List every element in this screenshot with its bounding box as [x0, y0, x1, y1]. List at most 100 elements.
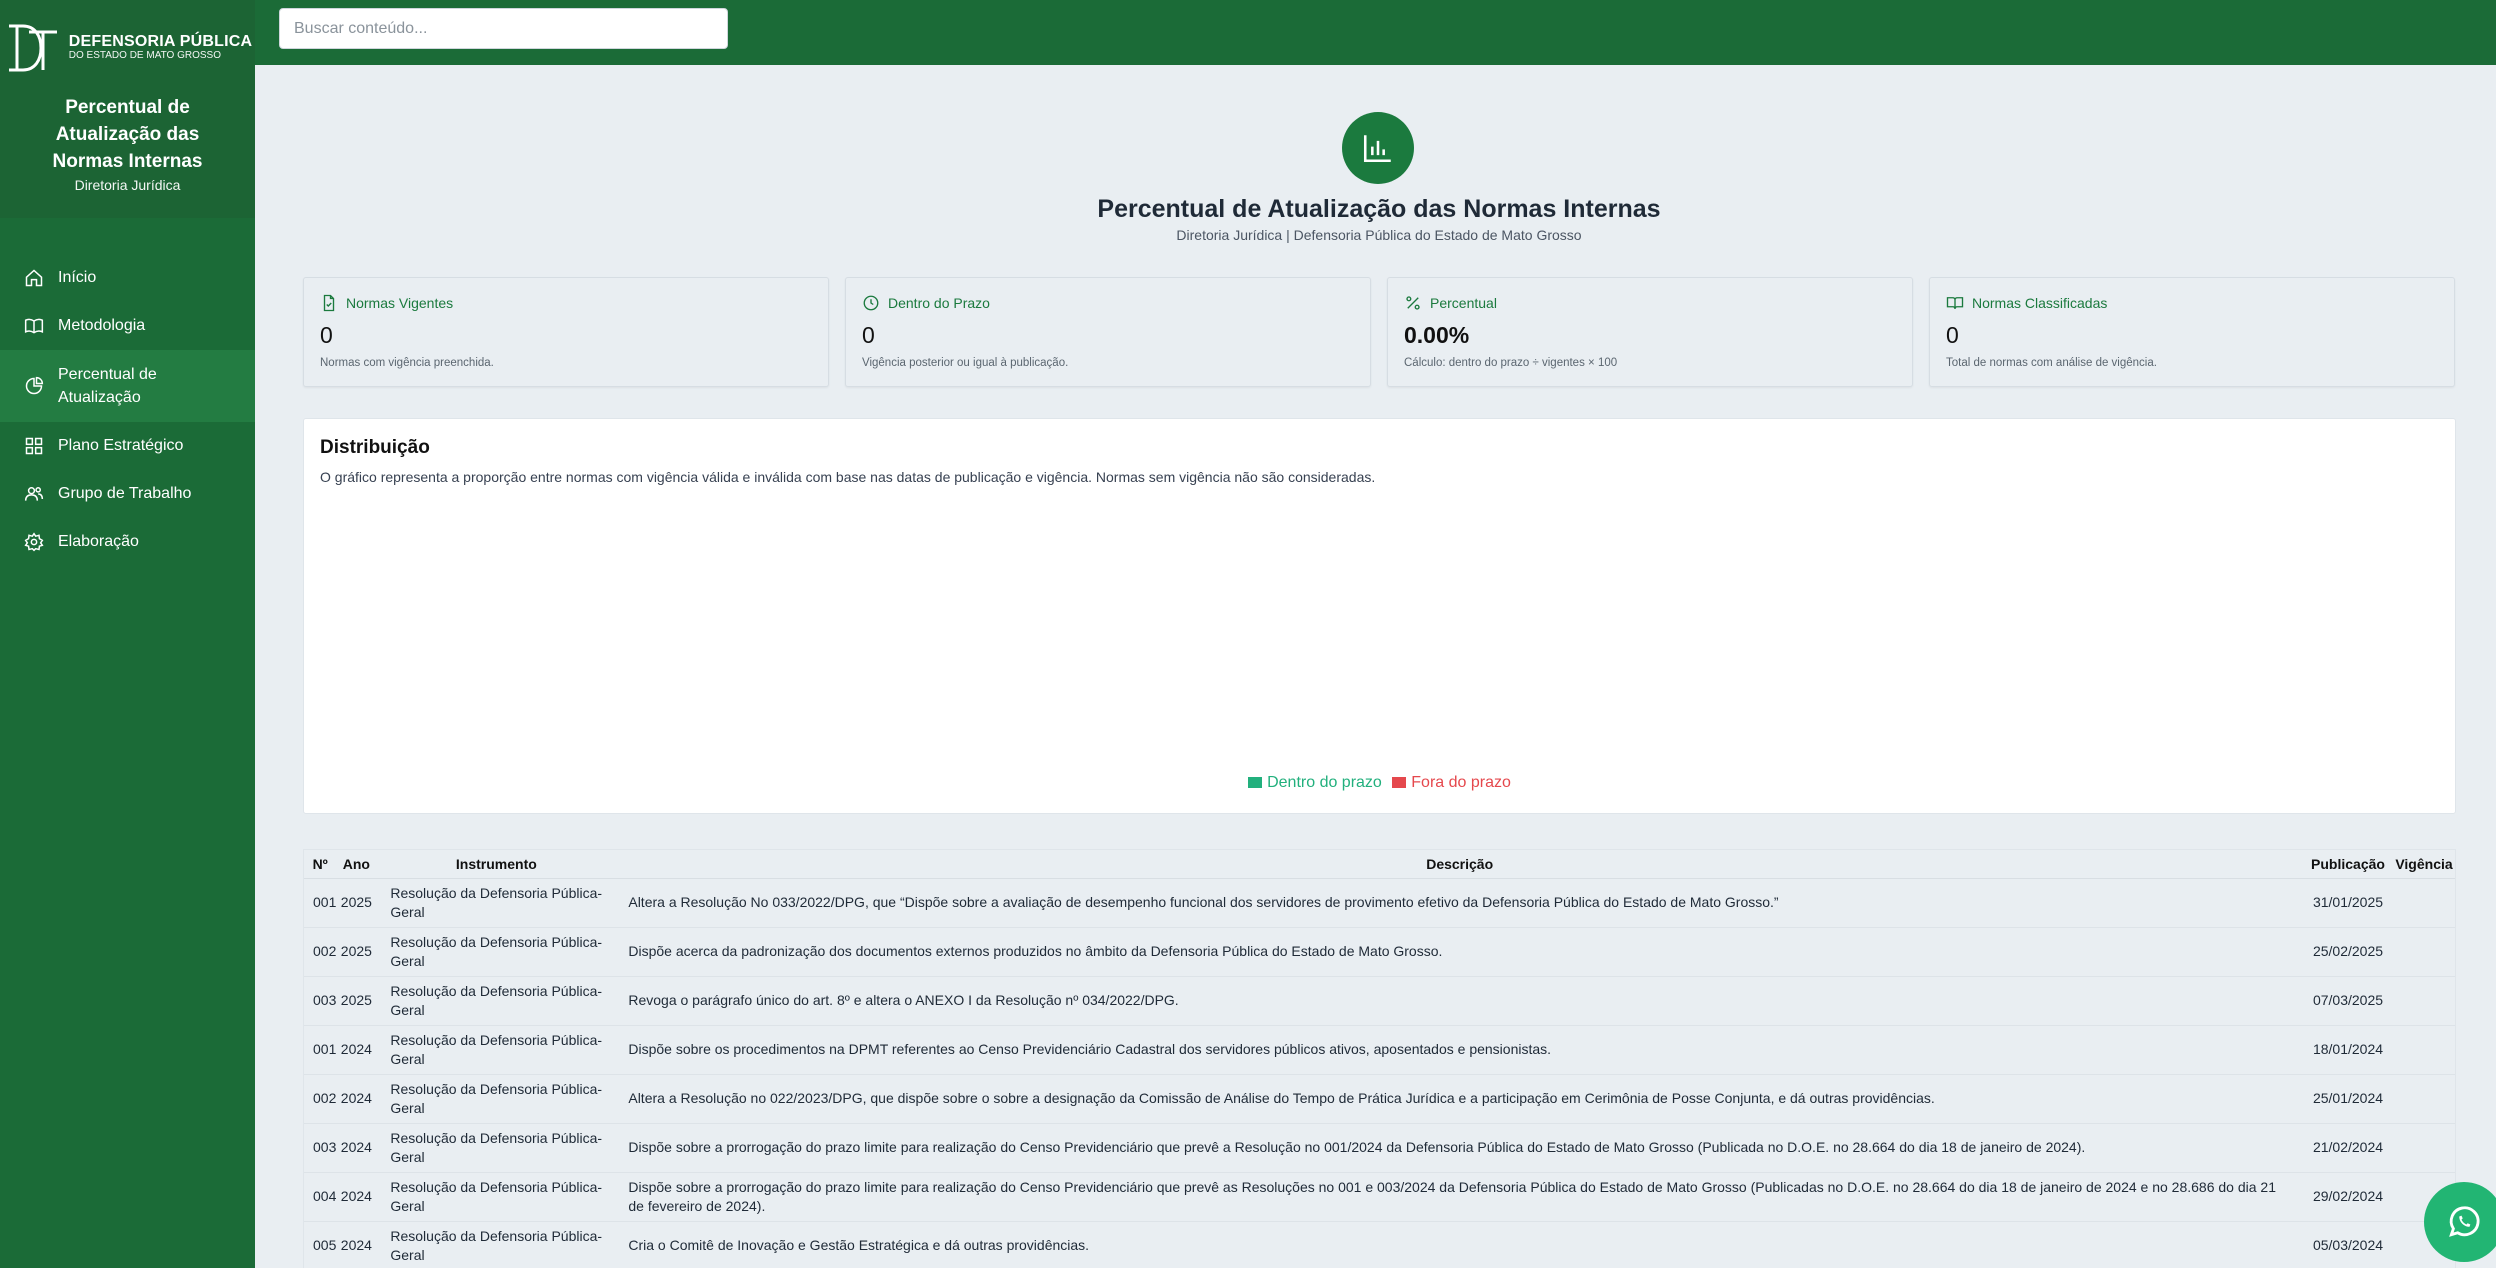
table-cell-ano: 2025	[336, 927, 377, 977]
users-icon	[24, 487, 44, 501]
table-cell-instrumento: Resolução da Defensoria Pública-Geral	[376, 1025, 617, 1075]
table-cell-instrumento: Resolução da Defensoria Pública-Geral	[376, 1221, 617, 1268]
table-cell-ano: 2025	[336, 878, 377, 928]
sidebar-item-label: Elaboração	[58, 533, 139, 550]
file-check-icon	[323, 294, 335, 312]
table-row[interactable]: 002 2024 Resolução da Defensoria Pública-G…	[304, 1074, 2455, 1124]
stat-card-classificadas: Normas Classificadas 0 Total de normas c…	[1929, 277, 2455, 387]
table-cell-publicacao: 31/01/2025	[2303, 878, 2393, 928]
stat-card-label: Dentro do Prazo	[888, 295, 990, 311]
table-cell-instrumento: Resolução da Defensoria Pública-Geral	[376, 1123, 617, 1173]
sidebar-item-percentual[interactable]: Percentual de Atualização	[0, 350, 255, 422]
table-cell-descricao: Dispõe acerca da padronização dos docume…	[616, 927, 2303, 977]
sidebar-item-plano[interactable]: Plano Estratégico	[0, 422, 255, 470]
dp-logo-icon	[8, 24, 57, 72]
table-cell-instrumento: Resolução da Defensoria Pública-Geral	[376, 1172, 617, 1222]
sidebar-title: Percentual de Atualização das Normas Int…	[52, 97, 203, 172]
table-cell-descricao: Altera a Resolução no 022/2023/DPG, que …	[616, 1074, 2303, 1124]
table-header-row: Nº Ano Instrumento Descrição Publicação …	[304, 850, 2455, 879]
column-header[interactable]: Descrição	[616, 850, 2303, 879]
stat-card-vigentes: Normas Vigentes 0 Normas com vigência pr…	[303, 277, 829, 387]
sidebar: DEFENSORIA PÚBLICA DO ESTADO DE MATO GRO…	[0, 0, 255, 1268]
table-row[interactable]: 002 2025 Resolução da Defensoria Pública-G…	[304, 927, 2455, 977]
column-header[interactable]: Vigência	[2393, 850, 2455, 879]
sidebar-header: DEFENSORIA PÚBLICA DO ESTADO DE MATO GRO…	[0, 0, 255, 218]
distribution-panel: Distribuição O gráfico representa a prop…	[303, 418, 2456, 814]
stat-card-note: Vigência posterior ou igual à publicação…	[862, 357, 1069, 369]
sidebar-item-metodologia[interactable]: Metodologia	[0, 302, 255, 350]
table-row[interactable]: 004 2024 Resolução da Defensoria Pública-G…	[304, 1172, 2455, 1222]
table-cell-n: 004	[304, 1172, 337, 1222]
whatsapp-icon	[2449, 1206, 2480, 1237]
stat-card-value: 0	[1946, 322, 1959, 348]
table-cell-n: 005	[304, 1221, 337, 1268]
table-row[interactable]: 003 2025 Resolução da Defensoria Pública-G…	[304, 976, 2455, 1026]
legend-label: Dentro do prazo	[1267, 774, 1382, 791]
table-cell-publicacao: 07/03/2025	[2303, 976, 2393, 1026]
table-cell-publicacao: 21/02/2024	[2303, 1123, 2393, 1173]
table-cell-vigencia	[2393, 1123, 2455, 1173]
stat-card-value: 0	[862, 322, 875, 348]
table-row[interactable]: 005 2024 Resolução da Defensoria Pública-G…	[304, 1221, 2455, 1268]
table-cell-descricao: Dispõe sobre a prorrogação do prazo limi…	[616, 1123, 2303, 1173]
sidebar-subtitle: Diretoria Jurídica	[74, 177, 181, 193]
search-input[interactable]	[279, 8, 728, 49]
gear-icon	[24, 532, 44, 552]
table-row[interactable]: 001 2025 Resolução da Defensoria Pública-G…	[304, 878, 2455, 928]
bar-chart-icon	[1363, 135, 1391, 163]
logo-line1: DEFENSORIA PÚBLICA	[68, 33, 253, 51]
legend-swatch	[1248, 777, 1263, 788]
table-cell-descricao: Altera a Resolução No 033/2022/DPG, que …	[616, 878, 2303, 928]
table-cell-descricao: Dispõe sobre os procedimentos na DPMT re…	[616, 1025, 2303, 1075]
table-cell-vigencia	[2393, 976, 2455, 1026]
stat-card-prazo: Dentro do Prazo 0 Vigência posterior ou …	[845, 277, 1371, 387]
table-cell-descricao: Dispõe sobre a prorrogação do prazo limi…	[616, 1172, 2303, 1222]
distribution-description: O gráfico representa a proporção entre n…	[320, 469, 1376, 485]
stats-cards: Normas Vigentes 0 Normas com vigência pr…	[303, 277, 2455, 387]
sidebar-item-label: Metodologia	[58, 317, 146, 334]
stat-card-note: Cálculo: dentro do prazo ÷ vigentes × 10…	[1404, 357, 1618, 369]
legend-label: Fora do prazo	[1411, 774, 1511, 791]
table-cell-descricao: Revoga o parágrafo único do art. 8º e al…	[616, 976, 2303, 1026]
table-cell-ano: 2024	[336, 1074, 377, 1124]
chart-legend: Dentro do prazo Fora do prazo	[304, 774, 2455, 792]
stat-card-value: 0	[320, 322, 333, 348]
sidebar-item-grupo[interactable]: Grupo de Trabalho	[0, 470, 255, 518]
sidebar-item-label: Grupo de Trabalho	[58, 485, 192, 502]
sidebar-item-elaboracao[interactable]: Elaboração	[0, 518, 255, 566]
page-title: Percentual de Atualização das Normas Int…	[1097, 195, 1661, 223]
column-header[interactable]: Instrumento	[376, 850, 617, 879]
table-cell-n: 002	[304, 927, 337, 977]
page-subtitle: Diretoria Jurídica | Defensoria Pública …	[1176, 227, 1582, 243]
legend-item-fora[interactable]: Fora do prazo	[1392, 774, 1511, 791]
table-cell-vigencia	[2393, 878, 2455, 928]
percent-icon	[1406, 296, 1420, 310]
table-cell-instrumento: Resolução da Defensoria Pública-Geral	[376, 976, 617, 1026]
logo-line2: DO ESTADO DE MATO GROSSO	[68, 50, 222, 62]
table-cell-n: 003	[304, 1123, 337, 1173]
column-header[interactable]: Ano	[336, 850, 377, 879]
table-cell-vigencia	[2393, 1025, 2455, 1075]
table-body: 001 2025 Resolução da Defensoria Pública-G…	[304, 878, 2455, 1268]
sidebar-item-inicio[interactable]: Início	[0, 254, 255, 302]
table-cell-ano: 2024	[336, 1025, 377, 1075]
sidebar-item-label: Início	[58, 269, 97, 286]
legend-item-dentro[interactable]: Dentro do prazo	[1248, 774, 1386, 791]
stat-card-note: Normas com vigência preenchida.	[320, 357, 494, 369]
stat-card-label: Normas Classificadas	[1972, 295, 2108, 311]
column-header[interactable]: Nº	[304, 850, 337, 879]
table-cell-instrumento: Resolução da Defensoria Pública-Geral	[376, 878, 617, 928]
table-cell-n: 001	[304, 878, 337, 928]
whatsapp-button[interactable]	[2424, 1182, 2496, 1262]
logo[interactable]: DEFENSORIA PÚBLICA DO ESTADO DE MATO GRO…	[0, 22, 255, 74]
table-cell-n: 001	[304, 1025, 337, 1075]
column-header[interactable]: Publicação	[2303, 850, 2393, 879]
table-cell-vigencia	[2393, 1074, 2455, 1124]
sidebar-item-label: Plano Estratégico	[58, 437, 184, 454]
table-cell-publicacao: 25/02/2025	[2303, 927, 2393, 977]
table-row[interactable]: 001 2024 Resolução da Defensoria Pública-G…	[304, 1025, 2455, 1075]
open-book-icon	[1946, 297, 1964, 310]
table-cell-publicacao: 25/01/2024	[2303, 1074, 2393, 1124]
table-row[interactable]: 003 2024 Resolução da Defensoria Pública-G…	[304, 1123, 2455, 1173]
table-cell-instrumento: Resolução da Defensoria Pública-Geral	[376, 927, 617, 977]
